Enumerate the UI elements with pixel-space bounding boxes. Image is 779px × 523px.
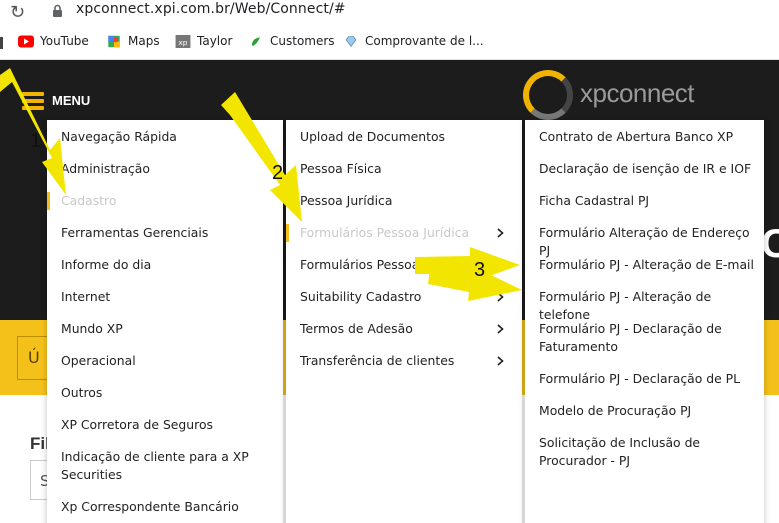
menu-item-alteracao-endereco[interactable]: Formulário Alteração de Endereço PJ <box>525 224 764 260</box>
reload-icon[interactable]: ↻ <box>10 2 25 23</box>
bookmark-customers[interactable]: Customers <box>248 34 335 48</box>
step-number-3: 3 <box>474 259 486 281</box>
bookmark-label: Maps <box>128 34 160 48</box>
menu-item-xp-corretora-seguros[interactable]: XP Corretora de Seguros <box>47 416 283 434</box>
step-number-1: 1 <box>30 130 42 152</box>
bookmark-label: Taylor <box>197 34 233 48</box>
bookmark-label: YouTube <box>40 34 89 48</box>
bookmarks-bar: YouTube Maps xp Taylor Customers Comprov… <box>0 27 779 60</box>
menu-item-label: Termos de Adesão <box>300 321 413 336</box>
menu-item-pessoa-juridica[interactable]: Pessoa Jurídica <box>286 192 522 210</box>
menu-item-declaracao-isencao[interactable]: Declaração de isenção de IR e IOF <box>525 160 764 178</box>
menu-item-alteracao-email[interactable]: Formulário PJ - Alteração de E-mail <box>525 256 764 274</box>
menu-item-formularios-pf[interactable]: Formulários Pessoa Física <box>286 256 522 274</box>
menu-item-navegacao-rapida[interactable]: Navegação Rápida <box>47 128 283 146</box>
menu-item-correspondente-bancario[interactable]: Xp Correspondente Bancário <box>47 498 283 516</box>
url-text[interactable]: xpconnect.xpi.com.br/Web/Connect/# <box>76 1 346 17</box>
browser-address-bar: ↻ xpconnect.xpi.com.br/Web/Connect/# <box>0 0 779 27</box>
menu-item-administracao[interactable]: Administração <box>47 160 283 178</box>
menu-item-contrato-abertura[interactable]: Contrato de Abertura Banco XP <box>525 128 764 146</box>
hamburger-menu-icon[interactable] <box>22 92 44 110</box>
menu-item-label: Suitability Cadastro <box>300 289 422 304</box>
youtube-icon <box>18 35 34 47</box>
menu-item-internet[interactable]: Internet <box>47 288 283 306</box>
menu-item-modelo-procuracao[interactable]: Modelo de Procuração PJ <box>525 402 764 420</box>
menu-item-declaracao-faturamento[interactable]: Formulário PJ - Declaração de Faturament… <box>525 320 764 356</box>
menu-item-declaracao-pl[interactable]: Formulário PJ - Declaração de PL <box>525 370 764 388</box>
menu-item-informe-do-dia[interactable]: Informe do dia <box>47 256 283 274</box>
chevron-right-icon <box>497 352 504 366</box>
menu-item-pessoa-fisica[interactable]: Pessoa Física <box>286 160 522 178</box>
menu-button[interactable]: MENU <box>52 93 90 108</box>
menu-item-suitability-cadastro[interactable]: Suitability Cadastro <box>286 288 522 306</box>
formularios-pj-submenu: Contrato de Abertura Banco XP Declaração… <box>525 120 764 523</box>
lock-icon[interactable] <box>52 3 63 22</box>
bookmark-maps[interactable]: Maps <box>106 34 160 48</box>
search-input-text: Ú <box>28 348 40 367</box>
menu-item-alteracao-telefone[interactable]: Formulário PJ - Alteração de telefone <box>525 288 764 324</box>
menu-item-indicacao-cliente[interactable]: Indicação de cliente para a XP Securitie… <box>47 448 283 484</box>
menu-item-termos-adesao[interactable]: Termos de Adesão <box>286 320 522 338</box>
chevron-right-icon <box>497 224 504 238</box>
menu-item-operacional[interactable]: Operacional <box>47 352 283 370</box>
bookmark-youtube[interactable]: YouTube <box>18 34 89 48</box>
bookmark-edge-icon <box>0 37 3 49</box>
logo-text: xpconnect <box>580 78 695 108</box>
menu-item-mundo-xp[interactable]: Mundo XP <box>47 320 283 338</box>
menu-item-upload-documentos[interactable]: Upload de Documentos <box>286 128 522 146</box>
diamond-icon <box>345 35 357 47</box>
menu-item-inclusao-procurador[interactable]: Solicitação de Inclusão de Procurador - … <box>525 434 764 470</box>
maps-icon <box>108 35 120 47</box>
menu-item-cadastro[interactable]: Cadastro <box>47 192 283 210</box>
cadastro-submenu: Upload de Documentos Pessoa Física Pesso… <box>286 120 522 523</box>
xp-logo-icon <box>523 70 573 120</box>
bookmark-label: Customers <box>270 34 335 48</box>
bookmark-comprovante[interactable]: Comprovante de l... <box>343 34 484 48</box>
main-menu: Navegação Rápida Administração Cadastro … <box>47 120 283 523</box>
menu-item-formularios-pj[interactable]: Formulários Pessoa Jurídica <box>286 224 522 242</box>
chevron-right-icon <box>497 320 504 334</box>
menu-item-ficha-cadastral-pj[interactable]: Ficha Cadastral PJ <box>525 192 764 210</box>
step-number-2: 2 <box>272 162 284 184</box>
menu-item-ferramentas-gerenciais[interactable]: Ferramentas Gerenciais <box>47 224 283 242</box>
menu-item-label: Formulários Pessoa Jurídica <box>300 225 470 240</box>
customers-icon <box>251 36 261 46</box>
menu-item-outros[interactable]: Outros <box>47 384 283 402</box>
bookmark-taylor[interactable]: xp Taylor <box>175 34 232 48</box>
chevron-right-icon <box>497 288 504 302</box>
menu-item-label: Transferência de clientes <box>300 353 455 368</box>
xp-icon: xp <box>175 34 191 48</box>
menu-item-transferencia-clientes[interactable]: Transferência de clientes <box>286 352 522 370</box>
svg-text:xp: xp <box>178 38 187 47</box>
bookmark-label: Comprovante de l... <box>365 34 484 48</box>
